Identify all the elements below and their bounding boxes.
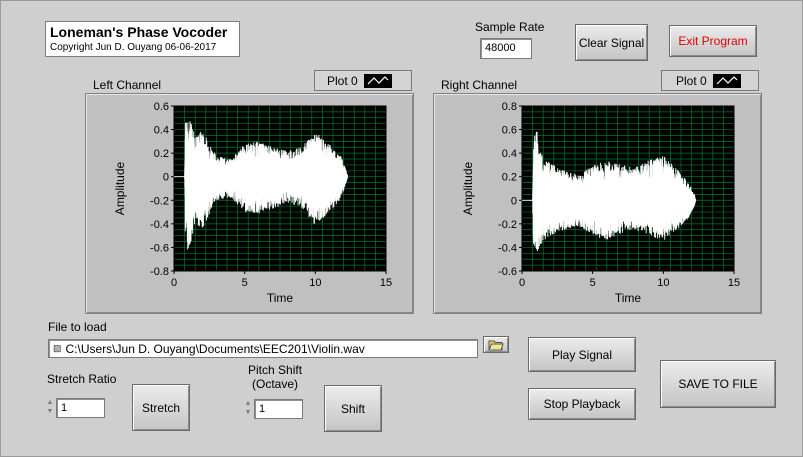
clear-signal-button[interactable]: Clear Signal: [575, 24, 648, 61]
y-tick-label: 0.6: [154, 101, 169, 113]
y-axis-label: Amplitude: [113, 162, 127, 216]
front-panel: Loneman's Phase Vocoder Copyright Jun D.…: [0, 0, 803, 457]
x-tick-label: 15: [728, 277, 740, 289]
pitch-shift-spinner[interactable]: ▲ ▼: [243, 396, 253, 420]
exit-program-button[interactable]: Exit Program: [669, 25, 757, 57]
file-path-field[interactable]: ▧ C:\Users\Jun D. Ouyang\Documents\EEC20…: [48, 339, 478, 358]
title-box: Loneman's Phase Vocoder Copyright Jun D.…: [45, 21, 240, 57]
line-style-icon: [712, 73, 741, 88]
right-channel-graph: -0.6 -0.4 -0.2 0 0.2 0.4 0.6 0.8 0 5 10 15 Time Ampli…: [433, 93, 762, 314]
sample-rate-field[interactable]: 48000: [480, 38, 532, 59]
stretch-ratio-label: Stretch Ratio: [47, 372, 117, 386]
y-tick-label: 0.4: [502, 148, 517, 160]
right-channel-chart: -0.6 -0.4 -0.2 0 0.2 0.4 0.6 0.8 0 5 10 15 Time Ampli…: [461, 101, 740, 305]
decrement-icon[interactable]: ▼: [245, 408, 252, 417]
x-axis-label: Time: [267, 291, 294, 305]
line-style-icon: [363, 73, 392, 88]
left-legend-label: Plot 0: [327, 73, 358, 88]
y-tick-label: 0: [163, 172, 169, 184]
app-title: Loneman's Phase Vocoder: [50, 24, 228, 40]
y-tick-label: 0.2: [502, 172, 517, 184]
x-tick-label: 0: [519, 277, 525, 289]
y-tick-label: 0.6: [502, 125, 517, 137]
left-channel-title: Left Channel: [93, 78, 162, 92]
x-tick-label: 10: [309, 277, 321, 289]
left-channel-chart: -0.8 -0.6 -0.4 -0.2 0 0.2 0.4 0.6 0 5 10 15 Time Ampl…: [113, 101, 392, 305]
pitch-shift-label: Pitch Shift (Octave): [248, 363, 302, 391]
y-tick-label: 0.4: [154, 125, 169, 137]
pitch-shift-label-line1: Pitch Shift: [248, 363, 303, 377]
decrement-icon[interactable]: ▼: [47, 407, 54, 416]
copyright-text: Copyright Jun D. Ouyang 06-06-2017: [50, 42, 217, 53]
left-channel-graph: -0.8 -0.6 -0.4 -0.2 0 0.2 0.4 0.6 0 5 10 15 Time Ampl…: [85, 93, 414, 314]
stop-playback-button[interactable]: Stop Playback: [528, 388, 636, 420]
x-tick-label: 15: [380, 277, 392, 289]
right-legend-label: Plot 0: [676, 73, 707, 88]
pitch-shift-field[interactable]: 1: [254, 399, 303, 419]
increment-icon[interactable]: ▲: [245, 399, 252, 408]
x-tick-label: 10: [657, 277, 669, 289]
file-path-text: C:\Users\Jun D. Ouyang\Documents\EEC201\…: [65, 341, 365, 356]
pitch-shift-label-line2: (Octave): [252, 377, 299, 391]
stretch-ratio-field[interactable]: 1: [56, 398, 105, 418]
x-tick-label: 0: [171, 277, 177, 289]
y-tick-label: 0.8: [502, 101, 517, 113]
right-channel-title: Right Channel: [441, 78, 518, 92]
y-tick-label: -0.6: [150, 242, 169, 254]
stretch-button[interactable]: Stretch: [132, 384, 190, 431]
y-tick-label: -0.4: [498, 242, 517, 254]
left-plot-legend[interactable]: Plot 0: [314, 70, 412, 91]
play-signal-button[interactable]: Play Signal: [528, 337, 636, 372]
x-tick-label: 5: [590, 277, 596, 289]
y-tick-label: -0.8: [150, 266, 169, 278]
sample-rate-label: Sample Rate: [475, 20, 545, 34]
file-label: File to load: [48, 320, 107, 334]
save-to-file-button[interactable]: SAVE TO FILE: [660, 360, 776, 408]
shift-button[interactable]: Shift: [324, 385, 382, 432]
x-axis-label: Time: [615, 291, 642, 305]
increment-icon[interactable]: ▲: [47, 398, 54, 407]
y-tick-label: -0.4: [150, 219, 169, 231]
stretch-ratio-spinner[interactable]: ▲ ▼: [45, 395, 55, 419]
right-plot-legend[interactable]: Plot 0: [661, 70, 759, 91]
y-tick-label: -0.2: [150, 195, 169, 207]
y-tick-label: 0: [511, 195, 517, 207]
y-tick-label: -0.2: [498, 219, 517, 231]
folder-icon: [488, 340, 504, 350]
y-tick-label: 0.2: [154, 148, 169, 160]
y-axis-label: Amplitude: [461, 162, 475, 216]
y-tick-label: -0.6: [498, 266, 517, 278]
path-icon: ▧: [53, 343, 62, 353]
browse-button[interactable]: [483, 336, 509, 353]
x-tick-label: 5: [242, 277, 248, 289]
